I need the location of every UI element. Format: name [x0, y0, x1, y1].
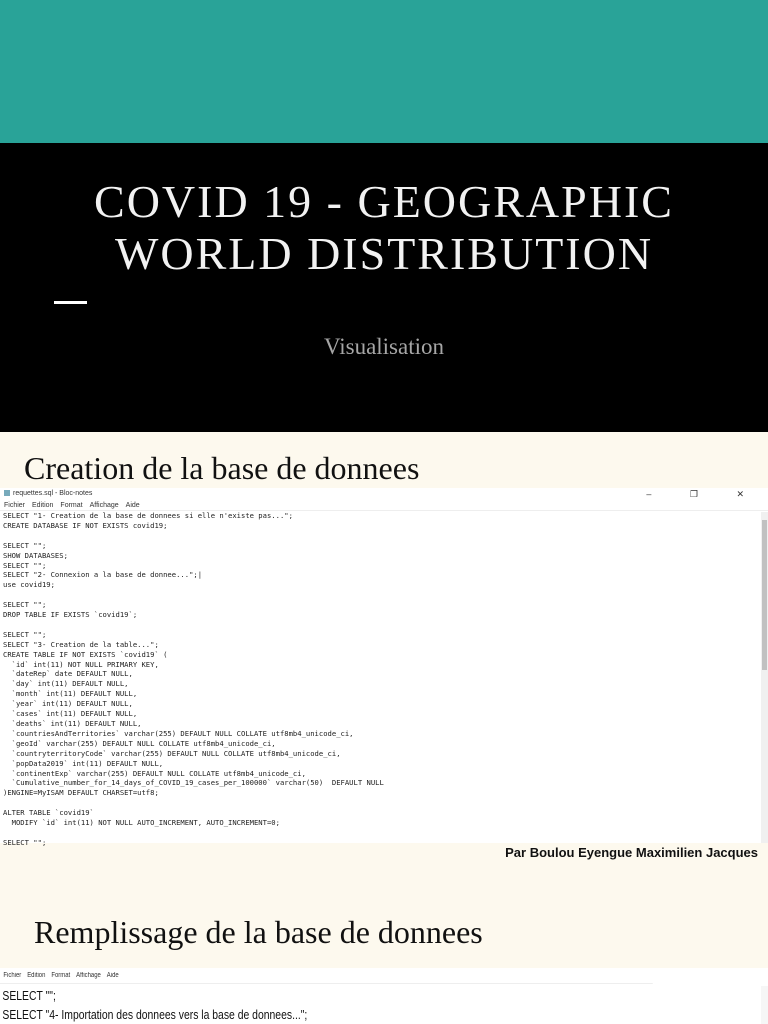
menu-item[interactable]: Affichage [90, 502, 119, 509]
code-line: use covid19; [3, 580, 55, 590]
code-line: SELECT "4- Importation des donnees vers … [2, 1007, 308, 1022]
code-line: `id` int(11) NOT NULL PRIMARY KEY, [3, 659, 159, 669]
code-line: `continentExp` varchar(255) DEFAULT NULL… [3, 768, 306, 778]
slide-subtitle: Visualisation [324, 334, 444, 359]
window-controls[interactable]: – ❐ ✕ [646, 488, 762, 500]
code-line: DROP TABLE IF EXISTS `covid19`; [3, 610, 138, 620]
menu-item[interactable]: Aide [107, 972, 119, 979]
title-divider [54, 301, 87, 304]
code-line: SELECT ""; [2, 988, 56, 1003]
scrollbar[interactable] [761, 986, 768, 1024]
window-title: requettes.sql - Bloc-notes [13, 490, 93, 497]
code-line: SELECT ""; [3, 560, 47, 570]
author-credit: Par Boulou Eyengue Maximilien Jacques [505, 845, 758, 860]
code-line: SELECT "3- Creation de la table..."; [3, 639, 159, 649]
section2-heading: Remplissage de la base de donnees [34, 914, 483, 950]
code-line: SELECT "2- Connexion a la base de donnee… [3, 570, 203, 580]
title-line-2: WORLD DISTRIBUTION [114, 228, 654, 279]
code-line: `year` int(11) DEFAULT NULL, [3, 699, 133, 709]
code-line: `month` int(11) DEFAULT NULL, [3, 689, 138, 699]
code-line: `dateRep` date DEFAULT NULL, [3, 669, 133, 679]
notepad-window-2: Fichier Edition Format Affichage Aide SELECT… [0, 968, 768, 1024]
menu-item[interactable]: Format [60, 502, 82, 509]
notepad-icon [4, 490, 10, 497]
code-line: )ENGINE=MyISAM DEFAULT CHARSET=utf8; [3, 788, 159, 798]
code-line: `cases` int(11) DEFAULT NULL, [3, 709, 138, 719]
code-line: MODIFY `id` int(11) NOT NULL AUTO_INCREM… [3, 818, 280, 828]
menu-item[interactable]: Fichier [3, 972, 21, 979]
notepad-window-1: requettes.sql - Bloc-notes – ❐ ✕ Fichier E… [0, 488, 768, 847]
menu-item[interactable]: Affichage [76, 972, 101, 979]
menu-bar: Fichier Edition Format Affichage Aide [0, 500, 768, 511]
code-line: SELECT ""; [3, 600, 47, 610]
slide-title: COVID 19 - GEOGRAPHIC WORLD DISTRIBUTION [0, 176, 768, 280]
code-line: `day` int(11) DEFAULT NULL, [3, 679, 129, 689]
section1-heading: Creation de la base de donnees [24, 450, 420, 486]
code-line: `popData2019` int(11) DEFAULT NULL, [3, 758, 164, 768]
menu-item[interactable]: Aide [126, 502, 140, 509]
code-line: `Cumulative_number_for_14_days_of_COVID_… [3, 778, 384, 788]
window-titlebar: requettes.sql - Bloc-notes – ❐ ✕ [0, 488, 768, 500]
code-line: `geoId` varchar(255) DEFAULT NULL COLLAT… [3, 738, 276, 748]
menu-item[interactable]: Format [51, 972, 70, 979]
code-line: CREATE DATABASE IF NOT EXISTS covid19; [3, 520, 168, 530]
menu-item[interactable]: Edition [27, 972, 45, 979]
menu-bar: Fichier Edition Format Affichage Aide [0, 968, 653, 984]
code-line: `countryterritoryCode` varchar(255) DEFA… [3, 748, 341, 758]
title-line-1: COVID 19 - GEOGRAPHIC [94, 176, 674, 227]
code-line: CREATE TABLE IF NOT EXISTS `covid19` ( [3, 649, 168, 659]
menu-item[interactable]: Edition [32, 502, 53, 509]
menu-item[interactable]: Fichier [4, 502, 25, 509]
scrollbar[interactable] [761, 512, 768, 843]
code-line: SELECT ""; [3, 629, 47, 639]
header-band [0, 0, 768, 143]
code-editor[interactable]: SELECT ""; SELECT "4- Importation des don… [0, 984, 614, 1024]
scrollbar-thumb[interactable] [762, 520, 767, 670]
code-line: ALTER TABLE `covid19` [3, 808, 94, 818]
code-line: SELECT "1- Creation de la base de donnee… [3, 511, 293, 520]
code-editor[interactable]: SELECT "1- Creation de la base de donnee… [0, 511, 768, 848]
code-line: SELECT ""; [3, 540, 47, 550]
code-line: `deaths` int(11) DEFAULT NULL, [3, 718, 142, 728]
code-line: `countriesAndTerritories` varchar(255) D… [3, 728, 354, 738]
code-line: SHOW DATABASES; [3, 550, 68, 560]
